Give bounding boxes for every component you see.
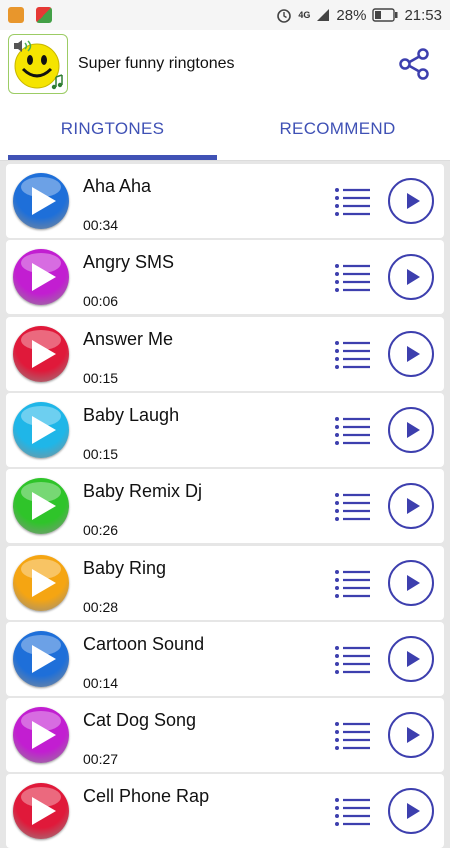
play-ball-icon[interactable] [13, 783, 69, 840]
list-menu-icon [335, 798, 370, 827]
play-button[interactable] [388, 788, 434, 835]
play-ball-icon[interactable] [13, 249, 69, 306]
list-menu-icon [335, 569, 370, 598]
ringtone-duration: 00:34 [83, 217, 119, 233]
notification-game-icon [36, 7, 52, 23]
options-button[interactable] [334, 339, 372, 371]
share-button[interactable] [394, 44, 434, 84]
play-button[interactable] [388, 330, 434, 377]
tab-recommend[interactable]: RECOMMEND [225, 98, 450, 160]
options-button[interactable] [334, 796, 372, 828]
play-icon [407, 345, 420, 362]
ringtone-duration: 00:14 [83, 674, 119, 691]
share-icon [399, 48, 429, 80]
ringtone-row[interactable]: Cartoon Sound 00:14 [6, 621, 444, 696]
options-button[interactable] [334, 644, 372, 676]
ringtone-title: Cat Dog Song [83, 710, 197, 731]
play-icon [407, 193, 420, 209]
tab-bar: RINGTONES RECOMMEND [0, 98, 450, 161]
options-button[interactable] [334, 491, 372, 523]
ringtone-row[interactable]: Baby Laugh 00:15 [6, 392, 444, 467]
play-button[interactable] [388, 406, 434, 453]
play-ball-icon[interactable] [13, 173, 69, 229]
play-ball-icon[interactable] [13, 554, 69, 611]
ringtone-duration: 00:26 [83, 522, 119, 539]
play-icon [407, 727, 420, 744]
ringtone-row[interactable]: Aha Aha 00:34 [6, 164, 444, 238]
ringtone-duration: 00:06 [83, 293, 119, 310]
options-button[interactable] [334, 568, 372, 600]
play-icon [407, 498, 420, 515]
status-bar: 4G 28% 21:53 [0, 0, 450, 30]
ringtone-title: Angry SMS [83, 252, 175, 273]
options-button[interactable] [334, 262, 372, 294]
play-button[interactable] [388, 254, 434, 301]
app-bar: Super funny ringtones [0, 30, 450, 98]
network-type: 4G [298, 10, 311, 20]
options-button[interactable] [334, 186, 372, 218]
play-ball-icon[interactable] [13, 630, 69, 687]
play-icon [407, 650, 420, 667]
play-icon [407, 421, 420, 438]
list-menu-icon [335, 340, 370, 369]
ringtone-title: Cartoon Sound [83, 633, 205, 654]
options-button[interactable] [334, 720, 372, 752]
clock: 21:53 [404, 6, 442, 24]
play-icon [407, 803, 420, 820]
play-icon [407, 574, 420, 591]
play-ball-icon[interactable] [13, 707, 69, 764]
list-menu-icon [335, 188, 370, 216]
app-title: Super funny ringtones [78, 55, 235, 72]
ringtone-row[interactable]: Angry SMS 00:06 [6, 240, 444, 315]
ringtone-title: Baby Remix Dj [83, 481, 203, 502]
smiley-logo-icon [8, 34, 68, 94]
ringtone-duration: 00:28 [83, 598, 119, 615]
tab-ringtones[interactable]: RINGTONES [0, 98, 225, 160]
play-button[interactable] [388, 178, 434, 224]
play-button[interactable] [388, 483, 434, 530]
ringtone-row[interactable]: Cell Phone Rap [6, 774, 444, 848]
list-menu-icon [335, 722, 370, 751]
play-button[interactable] [388, 712, 434, 759]
battery-percent: 28% [336, 6, 367, 24]
ringtone-row[interactable]: Cat Dog Song 00:27 [6, 698, 444, 773]
ringtone-duration: 00:27 [83, 751, 119, 768]
ringtone-title: Aha Aha [83, 176, 152, 196]
ringtone-row[interactable]: Baby Remix Dj 00:26 [6, 469, 444, 544]
play-button[interactable] [388, 559, 434, 606]
play-button[interactable] [388, 635, 434, 682]
ringtone-title: Baby Ring [83, 557, 167, 578]
battery-icon [372, 8, 398, 22]
play-ball-icon[interactable] [13, 325, 69, 382]
list-menu-icon [335, 645, 370, 674]
signal-icon [316, 8, 330, 22]
ringtone-duration: 00:15 [83, 369, 119, 386]
list-menu-icon [335, 264, 370, 293]
ringtone-title: Cell Phone Rap [83, 786, 210, 807]
alarm-icon [276, 7, 292, 23]
play-ball-icon[interactable] [13, 401, 69, 458]
ringtone-title: Answer Me [83, 328, 174, 349]
ringtone-duration: 00:15 [83, 445, 119, 462]
ringtone-row[interactable]: Answer Me 00:15 [6, 316, 444, 391]
play-ball-icon[interactable] [13, 478, 69, 535]
list-menu-icon [335, 416, 370, 445]
play-icon [407, 269, 420, 286]
ringtone-title: Baby Laugh [83, 404, 180, 425]
notification-app-icon [8, 7, 24, 23]
options-button[interactable] [334, 415, 372, 447]
ringtone-row[interactable]: Baby Ring 00:28 [6, 545, 444, 620]
list-menu-icon [335, 493, 370, 522]
